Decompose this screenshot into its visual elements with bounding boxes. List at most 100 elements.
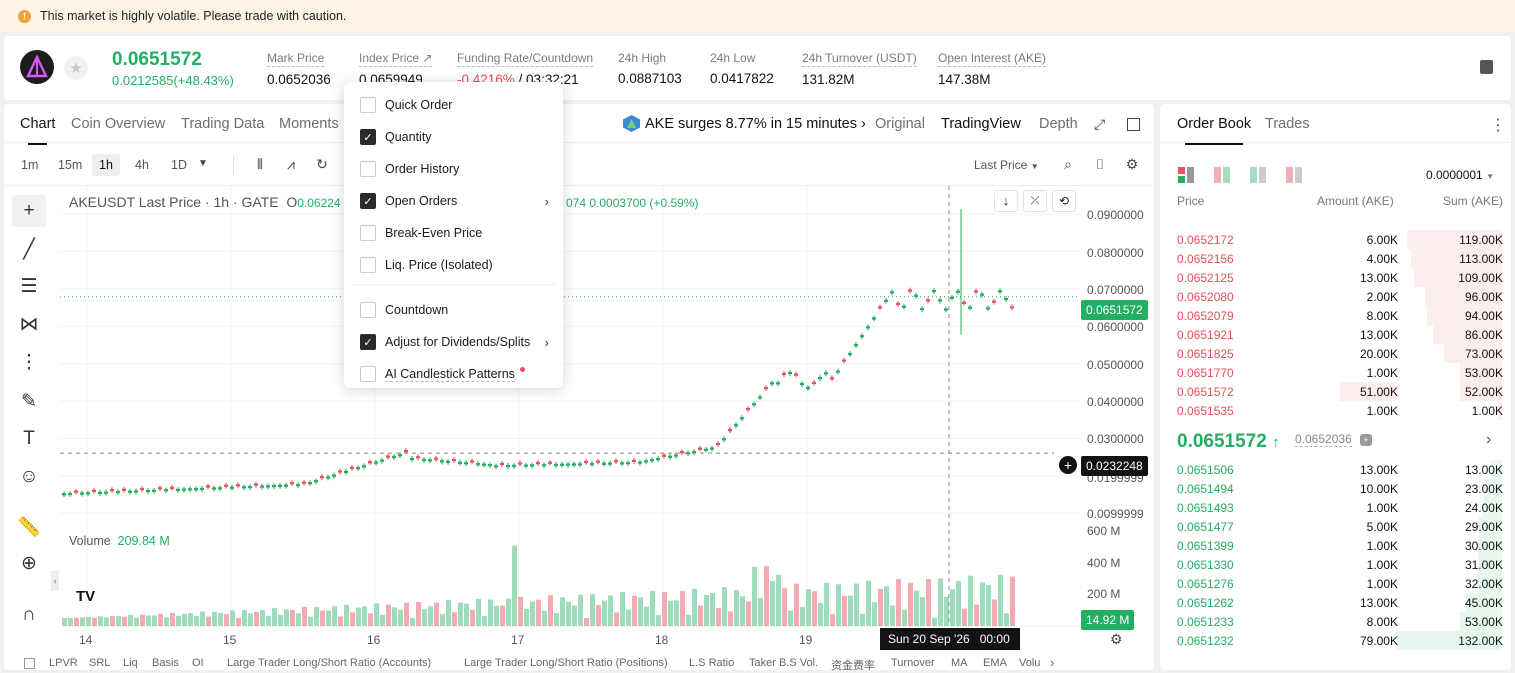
book-view-split-icon[interactable] (1214, 167, 1230, 183)
fullscreen-icon[interactable] (1127, 118, 1140, 131)
timeframe-4h[interactable]: 4h (128, 154, 156, 176)
checkbox-icon[interactable]: ✓ (360, 129, 376, 145)
bid-row[interactable]: 0.0651399 1.00K 30.00K (1172, 536, 1503, 555)
ask-row[interactable]: 0.0651770 1.00K 53.00K (1172, 363, 1503, 382)
chevron-right-icon[interactable]: › (1050, 655, 1054, 670)
menu-item[interactable]: Order History (344, 153, 563, 185)
indicator-tab[interactable]: EMA (983, 657, 1007, 669)
menu-item[interactable]: Countdown (344, 294, 563, 326)
checkbox-icon[interactable]: ✓ (360, 193, 376, 209)
bid-row[interactable]: 0.0651477 5.00K 29.00K (1172, 517, 1503, 536)
checkbox-icon[interactable] (360, 302, 376, 318)
bid-row[interactable]: 0.0651262 13.00K 45.00K (1172, 593, 1503, 612)
indicator-tab[interactable]: Large Trader Long/Short Ratio (Accounts) (227, 657, 431, 669)
tab-moments[interactable]: Moments (279, 116, 339, 132)
collapse-icon[interactable]: ⤫ (1023, 190, 1047, 212)
bookmark-icon[interactable] (1480, 60, 1493, 74)
checkbox-icon[interactable] (360, 161, 376, 177)
tab-chart[interactable]: Chart (20, 116, 55, 145)
price-type-select[interactable]: Last Price ▼ (974, 158, 1039, 172)
bid-row[interactable]: 0.0651493 1.00K 24.00K (1172, 498, 1503, 517)
precision-select[interactable]: 0.0000001 ▼ (1426, 168, 1494, 182)
timeframe-1d[interactable]: 1D (164, 154, 194, 176)
ask-row[interactable]: 0.0652125 13.00K 109.00K (1172, 268, 1503, 287)
checkbox-icon[interactable] (360, 366, 376, 382)
indicators-icon[interactable]: ⩘ (283, 156, 299, 172)
indicator-tab[interactable]: Volu (1019, 657, 1040, 669)
checkbox-icon[interactable] (360, 97, 376, 113)
ask-row[interactable]: 0.0651825 20.00K 73.00K (1172, 344, 1503, 363)
bid-row[interactable]: 0.0651233 8.00K 53.00K (1172, 612, 1503, 631)
scroll-down-icon[interactable]: ↓ (994, 190, 1018, 212)
menu-item[interactable]: Quick Order (344, 89, 563, 121)
indicator-tab[interactable]: Liq (123, 657, 138, 669)
ask-row[interactable]: 0.0652172 6.00K 119.00K (1172, 230, 1503, 249)
candle-type-icon[interactable]: ⫴ (252, 156, 268, 172)
ask-row[interactable]: 0.0652156 4.00K 113.00K (1172, 249, 1503, 268)
tab-trades[interactable]: Trades (1265, 116, 1310, 132)
tab-trading-data[interactable]: Trading Data (181, 116, 264, 132)
menu-item[interactable]: ✓ Open Orders › (344, 185, 563, 217)
book-view-both-icon[interactable] (1178, 167, 1194, 183)
bid-row[interactable]: 0.0651494 10.00K 23.00K (1172, 479, 1503, 498)
ask-row[interactable]: 0.0651535 1.00K 1.00K (1172, 401, 1503, 420)
volume-bar (374, 603, 379, 626)
expand-icon[interactable]: ⤢ (1094, 116, 1105, 133)
menu-item[interactable]: Break-Even Price (344, 217, 563, 249)
timeframe-1m[interactable]: 1m (14, 154, 45, 176)
tab-tradingview[interactable]: TradingView (941, 116, 1021, 132)
settings-gear-icon[interactable]: ⚙ (1124, 156, 1140, 172)
tab-coin-overview[interactable]: Coin Overview (71, 116, 165, 132)
bid-row[interactable]: 0.0651232 79.00K 132.00K (1172, 631, 1503, 650)
volume-bar (140, 614, 145, 626)
indicator-tab[interactable]: Taker B.S Vol. (749, 657, 818, 669)
favorite-star-icon[interactable]: ★ (64, 56, 88, 80)
candle-body (464, 462, 468, 465)
tab-depth[interactable]: Depth (1039, 116, 1078, 132)
menu-item[interactable]: Liq. Price (Isolated) (344, 249, 563, 281)
refresh-icon[interactable]: ↻ (314, 156, 330, 172)
book-view-asks-icon[interactable] (1286, 167, 1302, 183)
chevron-right-icon[interactable]: › (1486, 431, 1491, 449)
ask-row[interactable]: 0.0652079 8.00K 94.00K (1172, 306, 1503, 325)
menu-item[interactable]: ✓ Adjust for Dividends/Splits › (344, 326, 563, 358)
checkbox-icon[interactable] (360, 225, 376, 241)
candle-body (332, 474, 336, 477)
indicator-tab[interactable]: Basis (152, 657, 179, 669)
price-chart-canvas[interactable] (4, 186, 1154, 670)
ask-row[interactable]: 0.0652080 2.00K 96.00K (1172, 287, 1503, 306)
news-headline[interactable]: AKE surges 8.77% in 15 minutes › (645, 116, 866, 132)
chevron-down-icon[interactable]: ▼ (195, 156, 211, 172)
indicator-tab[interactable]: SRL (89, 657, 110, 669)
checkbox-icon[interactable] (360, 257, 376, 273)
tab-original[interactable]: Original (875, 116, 925, 132)
indicator-tab[interactable]: OI (192, 657, 204, 669)
indicator-tab[interactable]: 资金费率 (831, 657, 875, 673)
more-options-icon[interactable]: ⋮ (1490, 115, 1506, 135)
search-icon[interactable]: ⌕ (1060, 156, 1076, 172)
indicator-tab[interactable]: LPVR (49, 657, 78, 669)
warning-icon: ! (18, 9, 31, 23)
ask-row[interactable]: 0.0651572 51.00K 52.00K (1172, 382, 1503, 401)
checkbox-icon[interactable]: ✓ (360, 334, 376, 350)
reset-view-icon[interactable]: ⟲ (1052, 190, 1076, 212)
indicator-tab[interactable]: Large Trader Long/Short Ratio (Positions… (464, 657, 668, 669)
indicator-tab[interactable]: Turnover (891, 657, 935, 669)
menu-item[interactable]: ✓ Quantity (344, 121, 563, 153)
camera-icon[interactable]: ⌷ (1092, 156, 1108, 172)
bid-row[interactable]: 0.0651506 13.00K 13.00K (1172, 460, 1503, 479)
timeframe-15m[interactable]: 15m (51, 154, 89, 176)
bid-row[interactable]: 0.0651330 1.00K 31.00K (1172, 555, 1503, 574)
bid-row[interactable]: 0.0651276 1.00K 32.00K (1172, 574, 1503, 593)
chart-settings-icon[interactable]: ⚙ (1110, 631, 1123, 648)
add-order-plus-icon[interactable]: + (1059, 456, 1077, 474)
mark-price-info-icon[interactable]: + (1360, 434, 1372, 446)
indicator-tab[interactable]: L.S Ratio (689, 657, 734, 669)
tab-order-book[interactable]: Order Book (1177, 116, 1251, 145)
book-view-bids-icon[interactable] (1250, 167, 1266, 183)
timeframe-1h[interactable]: 1h (92, 154, 120, 176)
ask-row[interactable]: 0.0651921 13.00K 86.00K (1172, 325, 1503, 344)
indicator-grid-icon[interactable] (24, 658, 35, 669)
menu-item[interactable]: AI Candlestick Patterns (344, 358, 563, 390)
indicator-tab[interactable]: MA (951, 657, 968, 669)
